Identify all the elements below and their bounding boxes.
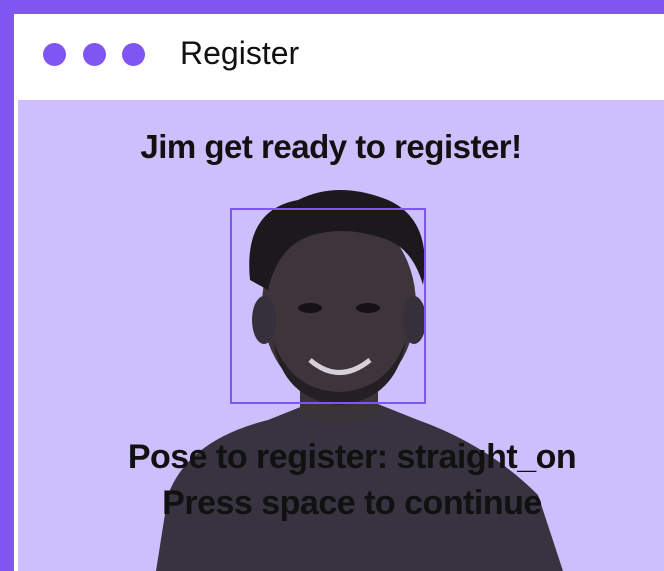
window-close-dot[interactable] [43, 43, 66, 66]
title-bar: Register [14, 14, 664, 100]
pose-prompt: Pose to register: straight_on [127, 438, 577, 476]
face-detection-box [230, 208, 426, 404]
continue-prompt: Press space to continue [162, 484, 542, 522]
window-maximize-dot[interactable] [122, 43, 145, 66]
register-heading: Jim get ready to register! [140, 128, 522, 165]
window-minimize-dot[interactable] [83, 43, 106, 66]
camera-view: Jim get ready to register! Pose to regis… [18, 100, 664, 571]
register-window: Register Jim get ready to register! Pose… [14, 14, 664, 571]
window-title: Register [180, 35, 300, 71]
